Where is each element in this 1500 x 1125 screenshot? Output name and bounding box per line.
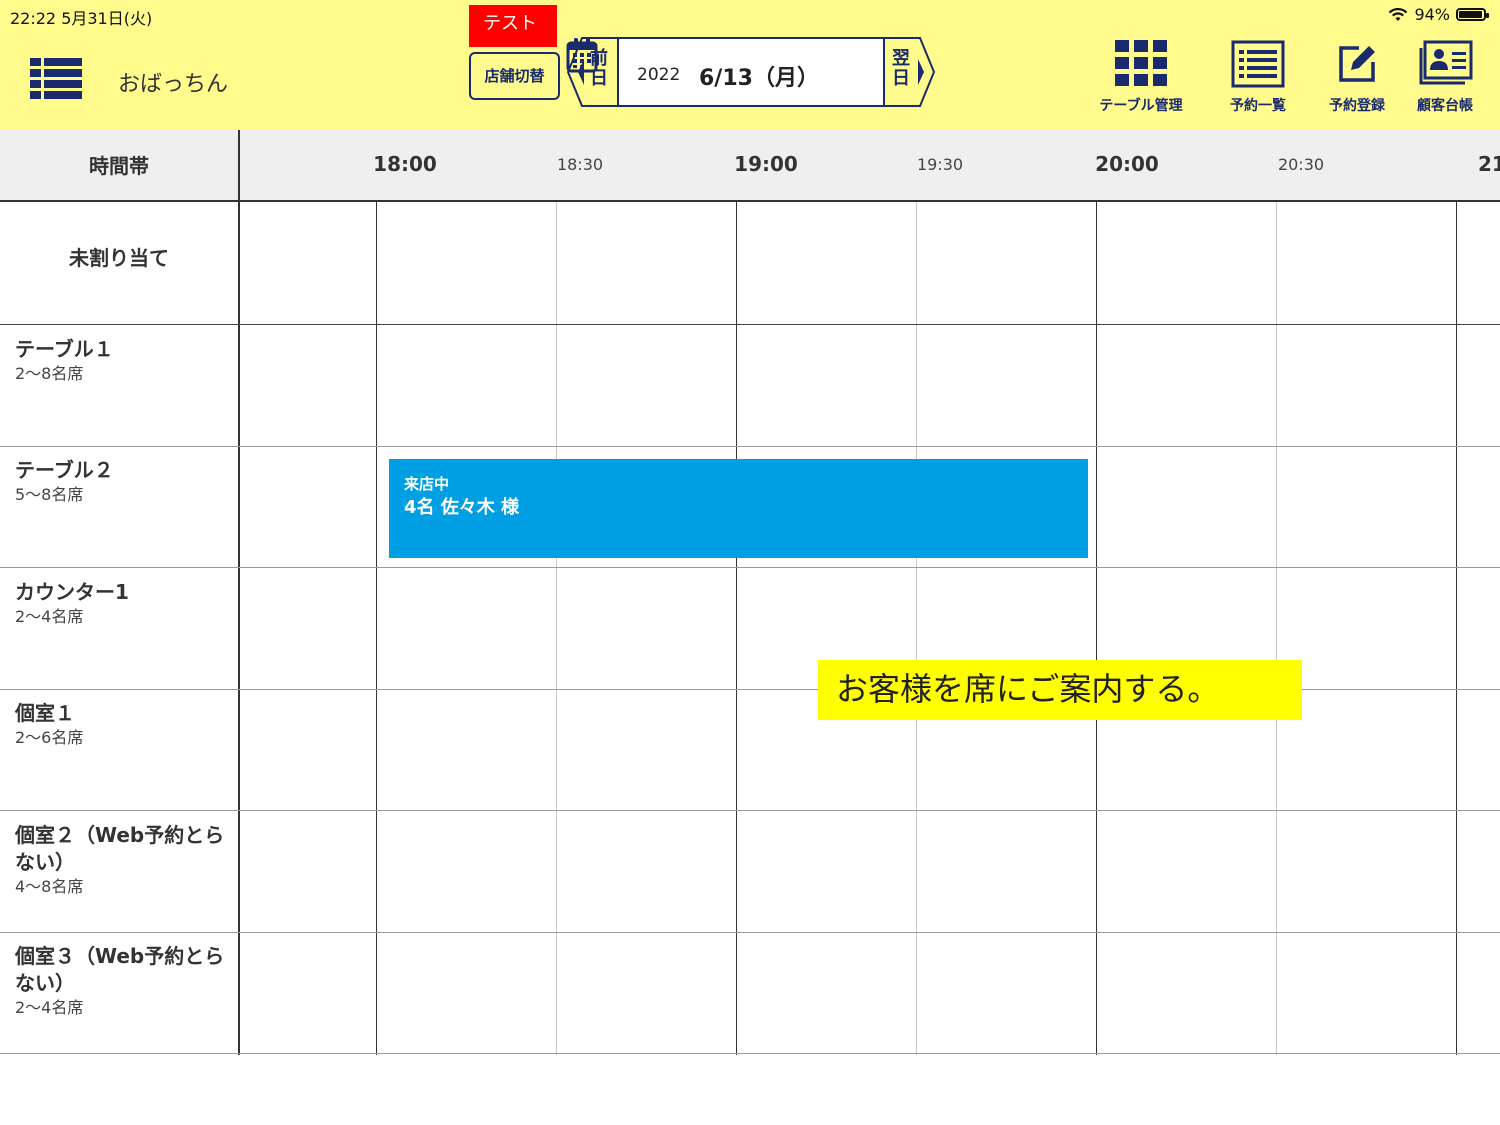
row-divider <box>0 324 1500 325</box>
row-divider <box>0 1053 1500 1054</box>
table-row-label: 個室１ 2〜6名席 <box>15 700 230 749</box>
table-name: テーブル１ <box>15 337 114 361</box>
grid-line <box>556 202 557 1055</box>
test-badge: テスト <box>469 5 557 47</box>
table-name: テーブル２ <box>15 458 114 482</box>
unassigned-row-label: 未割り当て <box>69 246 169 270</box>
table-management-label: テーブル管理 <box>1099 98 1183 114</box>
battery-percent: 94% <box>1414 5 1450 24</box>
time-column-label: 時間帯 <box>89 154 149 178</box>
customer-ledger-label: 顧客台帳 <box>1417 98 1473 114</box>
reservation-register-button[interactable]: 予約登録 <box>1307 40 1407 116</box>
status-indicators: 94% <box>1388 5 1489 24</box>
grid-line <box>1456 202 1457 1055</box>
reservation-block[interactable]: 来店中 4名 佐々木 様 <box>389 459 1088 558</box>
instruction-caption: お客様を席にご案内する。 <box>818 660 1302 720</box>
table-row-label: 個室３（Web予約とらない） 2〜4名席 <box>15 943 230 1019</box>
row-divider <box>0 446 1500 447</box>
status-time: 22:22 5月31日(火) <box>10 9 153 28</box>
reservation-register-label: 予約登録 <box>1329 98 1385 114</box>
menu-icon[interactable] <box>30 58 82 100</box>
list-icon <box>1231 40 1285 88</box>
table-capacity: 2〜4名席 <box>15 607 84 626</box>
wifi-icon <box>1389 7 1408 21</box>
table-row-label: 個室２（Web予約とらない） 4〜8名席 <box>15 822 230 898</box>
reservation-list-button[interactable]: 予約一覧 <box>1208 40 1308 116</box>
time-header: 時間帯 18:00 18:30 19:00 19:30 20:00 20:30 … <box>0 130 1500 202</box>
calendar-icon[interactable] <box>566 37 598 73</box>
table-name: 個室１ <box>15 701 75 725</box>
edit-icon <box>1339 46 1375 82</box>
table-management-button[interactable]: テーブル管理 <box>1091 40 1191 116</box>
time-tick: 19:00 <box>734 152 798 176</box>
timeline-grid: 時間帯 18:00 18:30 19:00 19:30 20:00 20:30 … <box>0 130 1500 1055</box>
table-name: 個室３（Web予約とらない） <box>15 944 225 995</box>
table-capacity: 2〜8名席 <box>15 364 84 383</box>
contact-card-icon <box>1419 40 1473 85</box>
table-capacity: 5〜8名席 <box>15 485 84 504</box>
store-switch-button[interactable]: 店舗切替 <box>469 52 560 100</box>
reservation-status: 来店中 <box>404 475 450 493</box>
row-divider <box>0 810 1500 811</box>
battery-level <box>1459 11 1482 18</box>
table-name: カウンター1 <box>15 580 129 604</box>
name-column-divider <box>238 130 240 1055</box>
row-divider <box>0 567 1500 568</box>
next-day-button[interactable]: 翌日 <box>890 49 912 89</box>
time-tick: 18:00 <box>373 152 437 176</box>
table-grid-icon <box>1115 40 1167 86</box>
date-navigator: 前日 翌日 2022 6/13（月） <box>566 37 936 107</box>
time-tick: 20:30 <box>1277 155 1325 174</box>
table-capacity: 4〜8名席 <box>15 877 84 896</box>
table-capacity: 2〜4名席 <box>15 998 84 1017</box>
reservation-guest: 4名 佐々木 様 <box>404 497 520 518</box>
grid-line <box>916 202 917 1055</box>
app-header: 22:22 5月31日(火) 94% おばっちん テスト 店舗切替 前日 翌日 … <box>0 0 1500 130</box>
customer-ledger-button[interactable]: 顧客台帳 <box>1395 40 1495 116</box>
store-name: おばっちん <box>118 72 229 97</box>
time-tick: 21:0 <box>1478 152 1500 176</box>
grid-line <box>736 202 737 1055</box>
reservation-list-label: 予約一覧 <box>1230 98 1286 114</box>
time-tick: 19:30 <box>916 155 964 174</box>
grid-line <box>1276 202 1277 1055</box>
grid-line <box>1096 202 1097 1055</box>
row-divider <box>0 932 1500 933</box>
time-tick: 18:30 <box>556 155 604 174</box>
table-row-label: カウンター1 2〜4名席 <box>15 579 230 628</box>
date-display[interactable]: 6/13（月） <box>699 60 819 92</box>
table-name: 個室２（Web予約とらない） <box>15 823 225 874</box>
table-capacity: 2〜6名席 <box>15 728 84 747</box>
date-year: 2022 <box>637 65 681 85</box>
battery-icon <box>1456 8 1489 21</box>
table-row-label: テーブル１ 2〜8名席 <box>15 336 230 385</box>
grid-line <box>376 202 377 1055</box>
time-tick: 20:00 <box>1095 152 1159 176</box>
table-row-label: テーブル２ 5〜8名席 <box>15 457 230 506</box>
